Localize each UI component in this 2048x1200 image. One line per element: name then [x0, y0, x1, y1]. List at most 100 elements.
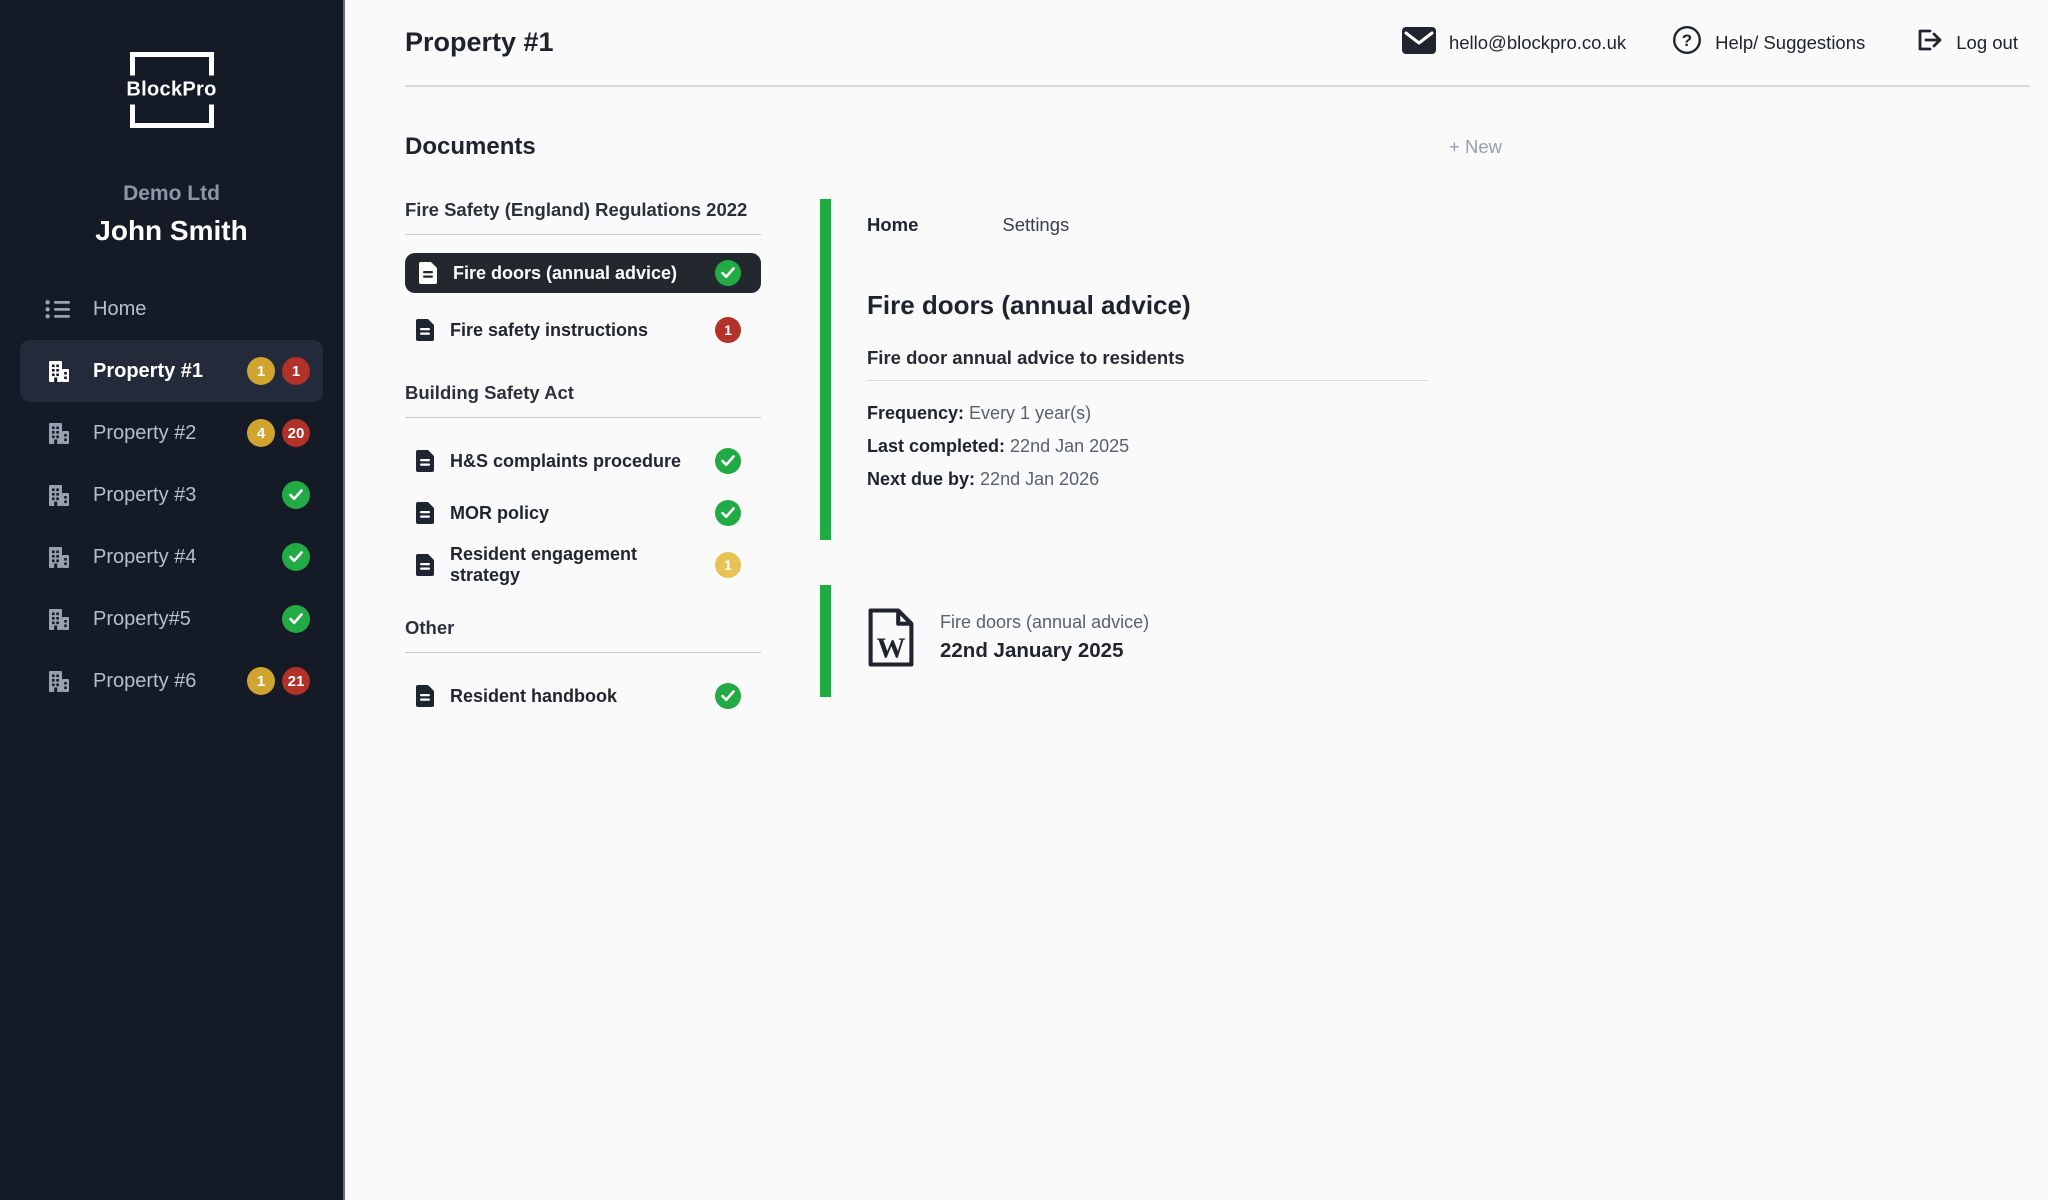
document-status: 1: [715, 552, 741, 578]
document-item-fire-doors-annual-advice[interactable]: Fire doors (annual advice): [405, 253, 761, 293]
help-action[interactable]: ? Help/ Suggestions: [1672, 25, 1865, 60]
sidebar-item-label: Property #1: [93, 360, 203, 383]
documents-heading: Documents: [405, 133, 536, 161]
document-icon: [415, 501, 435, 525]
detail-field-next-due-by: Next due by: 22nd Jan 2026: [867, 463, 2048, 496]
brand-name: BlockPro: [124, 76, 218, 105]
word-file-icon: W: [867, 608, 915, 667]
count-badge-yellow: 4: [247, 419, 275, 447]
count-badge-red: 21: [282, 667, 310, 695]
help-icon: ?: [1672, 25, 1702, 60]
document-group: Building Safety Act H&S complaints proce…: [405, 382, 761, 591]
sidebar-item-label: Home: [93, 298, 146, 321]
document-group: Other Resident handbook: [405, 617, 761, 722]
tab-home[interactable]: Home: [867, 214, 918, 236]
sidebar-item-label: Property #6: [93, 670, 196, 693]
document-group: Fire Safety (England) Regulations 2022 F…: [405, 199, 761, 356]
document-group-title: Fire Safety (England) Regulations 2022: [405, 199, 761, 235]
document-item-mor-policy[interactable]: MOR policy: [405, 487, 761, 539]
document-detail-panel: Home Settings Fire doors (annual advice)…: [820, 199, 2048, 540]
mail-icon: [1402, 27, 1436, 59]
document-item-resident-engagement-strategy[interactable]: Resident engagement strategy 1: [405, 539, 761, 591]
complete-badge: [282, 605, 310, 633]
document-icon: [415, 449, 435, 473]
document-status: [715, 500, 741, 526]
new-document-button[interactable]: + New: [1449, 136, 1502, 158]
complete-badge: [282, 481, 310, 509]
badge-group: 11: [247, 357, 310, 385]
document-icon: [418, 261, 438, 285]
count-badge-yellow-light: 1: [715, 552, 741, 578]
sidebar: BlockPro Demo Ltd John Smith Home Proper…: [0, 0, 345, 1200]
sidebar-item-home[interactable]: Home: [0, 278, 343, 340]
complete-badge: [715, 260, 741, 286]
detail-divider: [867, 380, 1428, 381]
file-card[interactable]: W Fire doors (annual advice) 22nd Januar…: [867, 608, 2048, 667]
building-icon: [45, 482, 71, 508]
badge-group: [282, 481, 310, 509]
detail-tabs: Home Settings: [867, 214, 2048, 236]
document-item-label: H&S complaints procedure: [450, 451, 681, 472]
detail-column: Home Settings Fire doors (annual advice)…: [820, 199, 2048, 697]
main-area: Property #1 hello@blockpro.co.uk ? Help/…: [345, 0, 2048, 1200]
document-item-label: Fire doors (annual advice): [453, 263, 677, 284]
document-group-items: H&S complaints procedure MOR policy: [405, 418, 761, 591]
field-label: Next due by:: [867, 469, 975, 489]
document-group-title: Building Safety Act: [405, 382, 761, 418]
file-meta: Fire doors (annual advice) 22nd January …: [940, 612, 1149, 663]
field-value: Every 1 year(s): [969, 403, 1091, 423]
building-icon: [45, 606, 71, 632]
document-status: [715, 448, 741, 474]
logout-label: Log out: [1956, 32, 2018, 54]
email-action[interactable]: hello@blockpro.co.uk: [1402, 27, 1626, 59]
badge-group: 121: [247, 667, 310, 695]
count-badge-red: 20: [282, 419, 310, 447]
logout-action[interactable]: Log out: [1911, 24, 2018, 61]
brand-logo: BlockPro: [130, 52, 214, 128]
top-actions: hello@blockpro.co.uk ? Help/ Suggestions…: [1402, 24, 2018, 61]
count-badge-red: 1: [282, 357, 310, 385]
document-item-label: Resident engagement strategy: [450, 544, 700, 586]
document-group-items: Resident handbook: [405, 653, 761, 722]
page-title: Property #1: [405, 27, 554, 58]
detail-field-frequency: Frequency: Every 1 year(s): [867, 397, 2048, 430]
svg-text:W: W: [877, 632, 906, 664]
app-root: BlockPro Demo Ltd John Smith Home Proper…: [0, 0, 2048, 1200]
svg-text:?: ?: [1682, 31, 1692, 50]
sidebar-item-property-1[interactable]: Property #1 11: [20, 340, 323, 402]
document-icon: [415, 318, 435, 342]
sidebar-item-property-5[interactable]: Property#5: [0, 588, 343, 650]
document-item-h-s-complaints-procedure[interactable]: H&S complaints procedure: [405, 435, 761, 487]
document-list: Fire Safety (England) Regulations 2022 F…: [405, 199, 761, 722]
document-group-items: Fire doors (annual advice) Fire safety i…: [405, 235, 761, 356]
field-label: Last completed:: [867, 436, 1005, 456]
sidebar-item-label: Property #4: [93, 546, 196, 569]
count-badge-yellow: 1: [247, 357, 275, 385]
detail-title: Fire doors (annual advice): [867, 290, 2048, 321]
field-value: 22nd Jan 2026: [980, 469, 1099, 489]
top-bar: Property #1 hello@blockpro.co.uk ? Help/…: [405, 0, 2048, 85]
sidebar-item-property-3[interactable]: Property #3: [0, 464, 343, 526]
badge-group: 420: [247, 419, 310, 447]
detail-field-last-completed: Last completed: 22nd Jan 2025: [867, 430, 2048, 463]
file-date: 22nd January 2025: [940, 639, 1149, 663]
company-name: Demo Ltd: [0, 182, 343, 206]
content-columns: Fire Safety (England) Regulations 2022 F…: [405, 199, 2048, 722]
document-item-resident-handbook[interactable]: Resident handbook: [405, 670, 761, 722]
badge-group: [282, 605, 310, 633]
sidebar-item-property-4[interactable]: Property #4: [0, 526, 343, 588]
document-item-label: Resident handbook: [450, 686, 617, 707]
complete-badge: [715, 683, 741, 709]
detail-fields: Frequency: Every 1 year(s) Last complete…: [867, 397, 2048, 496]
tab-settings[interactable]: Settings: [1002, 214, 1069, 236]
building-icon: [45, 420, 71, 446]
document-item-fire-safety-instructions[interactable]: Fire safety instructions 1: [405, 304, 761, 356]
file-name: Fire doors (annual advice): [940, 612, 1149, 633]
document-icon: [415, 684, 435, 708]
bulleted-list-icon: [45, 296, 71, 322]
sidebar-nav: Home Property #1 11 Property #2 420 Prop…: [0, 278, 343, 712]
sidebar-item-label: Property #2: [93, 422, 196, 445]
field-value: 22nd Jan 2025: [1010, 436, 1129, 456]
sidebar-item-property-6[interactable]: Property #6 121: [0, 650, 343, 712]
sidebar-item-property-2[interactable]: Property #2 420: [0, 402, 343, 464]
